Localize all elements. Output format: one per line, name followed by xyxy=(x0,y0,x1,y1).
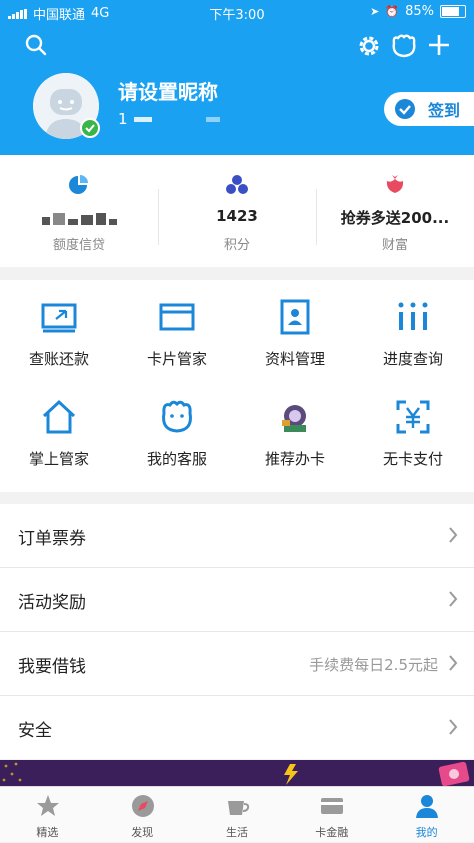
wealth-flower-icon xyxy=(386,175,404,193)
uid-masked xyxy=(133,116,152,122)
tab-label: 卡金融 xyxy=(315,826,349,839)
menu-list: 订单票券 活动奖励 我要借钱 手续费每日2.5元起 安全 xyxy=(0,504,474,759)
alarm-icon: ⏰ xyxy=(385,5,400,18)
service-label: 我的客服 xyxy=(146,450,207,468)
chevron-right-icon xyxy=(449,719,458,735)
tab-featured[interactable]: 精选 xyxy=(0,787,95,843)
battery-icon xyxy=(440,5,466,18)
tab-label: 生活 xyxy=(225,826,248,839)
cardless-pay-icon xyxy=(396,400,430,434)
uid-prefix: 1 xyxy=(118,110,128,128)
profile-header: 中国联通 4G 下午3:00 ➤ ⏰ 85% 请设置昵称 1 签到 xyxy=(0,0,474,155)
stat-points[interactable]: 1423 积分 xyxy=(158,155,316,267)
stat-wealth-label: 财富 xyxy=(381,238,408,253)
tab-label: 我的 xyxy=(415,826,438,839)
stat-credit[interactable]: 额度信贷 xyxy=(0,155,158,267)
service-cardless-pay[interactable]: 无卡支付 xyxy=(354,380,472,480)
progress-icon xyxy=(398,302,428,330)
menu-label: 我要借钱 xyxy=(18,657,86,677)
user-id: 1 xyxy=(118,110,220,128)
settings-gear-icon[interactable] xyxy=(356,33,382,63)
service-label: 资料管理 xyxy=(264,350,325,368)
pie-chart-icon xyxy=(69,175,88,194)
card-icon xyxy=(159,303,195,331)
chevron-right-icon xyxy=(449,655,458,671)
service-progress-query[interactable]: 进度查询 xyxy=(354,280,472,380)
clock: 下午3:00 xyxy=(209,8,265,23)
menu-activity-rewards[interactable]: 活动奖励 xyxy=(0,568,474,632)
user-icon xyxy=(416,795,439,818)
stat-wealth-value: 抢券多送200... xyxy=(340,209,450,227)
menu-sub: 手续费每日2.5元起 xyxy=(309,656,438,674)
star-icon xyxy=(37,795,59,816)
points-icon xyxy=(226,175,248,194)
stat-wealth[interactable]: 抢券多送200... 财富 xyxy=(316,155,474,267)
menu-label: 安全 xyxy=(18,721,52,741)
service-mascot-icon xyxy=(162,400,192,433)
service-bill[interactable]: 查账还款 xyxy=(0,280,118,380)
tab-label: 精选 xyxy=(36,826,59,839)
lightning-icon xyxy=(284,764,298,785)
account-stats: 额度信贷 1423 积分 抢券多送200... 财富 xyxy=(0,155,474,267)
service-customer-service[interactable]: 我的客服 xyxy=(118,380,236,480)
bottom-tab-bar: 精选 发现 生活 卡金融 我的 xyxy=(0,786,474,842)
service-mobile-manager[interactable]: 掌上管家 xyxy=(0,380,118,480)
stat-credit-label: 额度信贷 xyxy=(52,238,105,253)
verified-check-icon xyxy=(80,118,100,138)
service-recommend-card[interactable]: 推荐办卡 xyxy=(236,380,354,480)
stat-points-value: 1423 xyxy=(216,207,258,225)
menu-borrow-money[interactable]: 我要借钱 手续费每日2.5元起 xyxy=(0,632,474,696)
service-label: 无卡支付 xyxy=(382,450,443,468)
service-label: 推荐办卡 xyxy=(264,450,325,468)
service-label: 进度查询 xyxy=(382,350,443,368)
service-label: 查账还款 xyxy=(28,350,89,368)
stat-points-label: 积分 xyxy=(223,238,250,253)
service-label: 卡片管家 xyxy=(146,350,207,368)
recommend-card-icon xyxy=(282,405,306,432)
tab-life[interactable]: 生活 xyxy=(190,787,285,843)
card-finance-icon xyxy=(321,798,344,814)
promo-banner[interactable] xyxy=(0,760,474,786)
service-profile-manage[interactable]: 资料管理 xyxy=(236,280,354,380)
nickname[interactable]: 请设置昵称 xyxy=(118,76,218,105)
cup-icon xyxy=(227,801,249,815)
chevron-right-icon xyxy=(449,527,458,543)
tab-label: 发现 xyxy=(131,826,154,839)
signin-label: 签到 xyxy=(428,101,461,120)
location-icon: ➤ xyxy=(370,5,380,18)
chevron-right-icon xyxy=(449,591,458,607)
status-bar: 中国联通 4G 下午3:00 ➤ ⏰ 85% xyxy=(0,0,474,24)
profile-card-icon xyxy=(280,299,310,335)
menu-label: 订单票券 xyxy=(18,529,86,549)
service-card-manager[interactable]: 卡片管家 xyxy=(118,280,236,380)
battery-percent: 85% xyxy=(405,4,434,19)
customer-service-mascot-icon[interactable] xyxy=(389,33,419,63)
service-grid: 查账还款 卡片管家 资料管理 进度查询 掌上管家 我的客服 推荐办卡 无卡支付 xyxy=(0,280,474,492)
signin-check-icon xyxy=(395,99,415,119)
menu-label: 活动奖励 xyxy=(18,593,86,613)
menu-orders-tickets[interactable]: 订单票券 xyxy=(0,504,474,568)
tab-card-finance[interactable]: 卡金融 xyxy=(284,787,379,843)
home-icon xyxy=(42,399,76,434)
add-plus-icon[interactable] xyxy=(427,33,451,61)
stat-credit-value xyxy=(0,207,158,225)
service-label: 掌上管家 xyxy=(28,450,89,468)
menu-security[interactable]: 安全 xyxy=(0,696,474,759)
compass-icon xyxy=(131,795,154,817)
signin-button[interactable]: 签到 xyxy=(384,92,474,126)
tab-discover[interactable]: 发现 xyxy=(95,787,190,843)
tab-mine[interactable]: 我的 xyxy=(379,787,474,843)
bill-icon xyxy=(41,303,77,333)
search-icon[interactable] xyxy=(24,33,48,61)
uid-masked-tail xyxy=(205,116,220,122)
